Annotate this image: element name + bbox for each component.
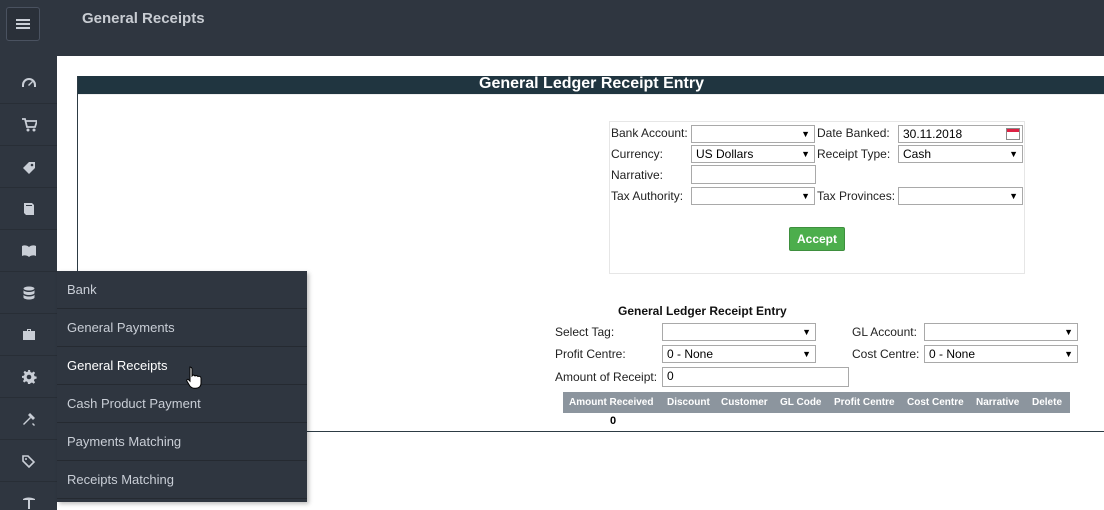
- submenu-item-payments-matching[interactable]: Payments Matching: [57, 423, 307, 461]
- tax-authority-label: Tax Authority:: [611, 189, 684, 203]
- app-window: General Receipts General Ledger Receipt …: [0, 0, 1104, 510]
- hand-cursor-icon: [186, 366, 202, 389]
- profit-centre-label: Profit Centre:: [555, 347, 626, 361]
- profit-centre-value: 0 - None: [667, 347, 714, 361]
- column-header: GL Code: [780, 397, 822, 408]
- tag-icon: [22, 161, 35, 174]
- calendar-icon[interactable]: [1006, 128, 1020, 140]
- accept-button[interactable]: Accept: [789, 227, 845, 251]
- pickaxe-icon: [22, 497, 35, 509]
- hamburger-menu-icon: [16, 19, 30, 29]
- cost-centre-select[interactable]: 0 - None ▼: [924, 345, 1078, 363]
- currency-value: US Dollars: [696, 147, 754, 161]
- profit-centre-select[interactable]: 0 - None ▼: [662, 345, 816, 363]
- sidebar: [0, 56, 57, 510]
- cart-icon: [21, 117, 37, 131]
- gear-icon: [21, 369, 37, 384]
- top-bar: General Receipts: [0, 0, 1104, 56]
- gl-account-select[interactable]: ▼: [924, 323, 1078, 341]
- receipt-type-value: Cash: [903, 147, 932, 161]
- receipt-type-select[interactable]: Cash ▼: [898, 145, 1023, 163]
- amount-of-receipt-label: Amount of Receipt:: [555, 370, 658, 384]
- submenu-item-cash-product-payment[interactable]: Cash Product Payment: [57, 385, 307, 423]
- sidebar-item-general-ledger[interactable]: [0, 272, 57, 314]
- sidebar-item-dashboard[interactable]: [0, 62, 57, 104]
- tax-provinces-label: Tax Provinces:: [817, 189, 896, 203]
- narrative-label: Narrative:: [611, 168, 664, 182]
- menu-toggle-button[interactable]: [6, 7, 40, 41]
- receipt-lines-table-header: Amount Received Discount Customer GL Cod…: [563, 392, 1070, 413]
- currency-select[interactable]: US Dollars ▼: [691, 145, 815, 163]
- chevron-down-icon: ▼: [802, 327, 811, 337]
- select-tag-select[interactable]: ▼: [662, 323, 816, 341]
- amount-of-receipt-value: 0: [667, 369, 674, 383]
- book-icon: [23, 202, 34, 215]
- chevron-down-icon: ▼: [1009, 191, 1018, 201]
- bank-account-label: Bank Account:: [611, 126, 688, 140]
- dashboard-gauge-icon: [21, 77, 36, 87]
- submenu-item-general-payments[interactable]: General Payments: [57, 309, 307, 347]
- column-header: Discount: [667, 397, 710, 408]
- page-title: General Receipts: [82, 10, 205, 27]
- database-icon: [23, 286, 34, 299]
- content-header-bar: General Ledger Receipt Entry: [78, 75, 1104, 95]
- cost-centre-label: Cost Centre:: [852, 347, 920, 361]
- sidebar-item-assets[interactable]: [0, 314, 57, 356]
- submenu-item-receipts-matching[interactable]: Receipts Matching: [57, 461, 307, 499]
- chevron-down-icon: ▼: [1064, 349, 1073, 359]
- column-header: Amount Received: [569, 397, 654, 408]
- tags-icon: [21, 454, 35, 468]
- chevron-down-icon: ▼: [802, 349, 811, 359]
- sidebar-item-utilities[interactable]: [0, 398, 57, 440]
- sidebar-item-manufacturing[interactable]: [0, 230, 57, 272]
- chevron-down-icon: ▼: [801, 191, 810, 201]
- column-header: Profit Centre: [834, 397, 895, 408]
- gl-account-label: GL Account:: [852, 325, 917, 339]
- entry-section-title: General Ledger Receipt Entry: [618, 304, 787, 318]
- narrative-input[interactable]: [691, 165, 816, 184]
- column-header: Customer: [721, 397, 768, 408]
- chevron-down-icon: ▼: [1009, 149, 1018, 159]
- tax-provinces-select[interactable]: ▼: [898, 187, 1023, 205]
- select-tag-label: Select Tag:: [555, 325, 615, 339]
- date-banked-label: Date Banked:: [817, 126, 890, 140]
- content-title: General Ledger Receipt Entry: [479, 75, 704, 92]
- cost-centre-value: 0 - None: [929, 347, 976, 361]
- chevron-down-icon: ▼: [801, 129, 810, 139]
- submenu-item-general-receipts[interactable]: General Receipts: [57, 347, 307, 385]
- table-total-row: 0: [563, 413, 1070, 431]
- open-book-icon: [21, 244, 36, 257]
- sidebar-item-setup[interactable]: [0, 356, 57, 398]
- receipt-type-label: Receipt Type:: [817, 147, 891, 161]
- general-ledger-submenu: Bank General Payments General Receipts C…: [57, 271, 307, 502]
- sidebar-item-inventory[interactable]: [0, 146, 57, 188]
- chevron-down-icon: ▼: [801, 149, 810, 159]
- sidebar-item-tags[interactable]: [0, 440, 57, 482]
- tools-icon: [22, 412, 35, 426]
- amount-of-receipt-input[interactable]: 0: [662, 367, 849, 387]
- sidebar-item-purchases[interactable]: [0, 188, 57, 230]
- submenu-item-bank[interactable]: Bank: [57, 271, 307, 309]
- column-header: Narrative: [976, 397, 1020, 408]
- tax-authority-select[interactable]: ▼: [691, 187, 815, 205]
- sidebar-item-sales[interactable]: [0, 104, 57, 146]
- currency-label: Currency:: [611, 147, 664, 161]
- column-header: Delete: [1032, 397, 1063, 408]
- briefcase-icon: [22, 328, 35, 340]
- bank-account-select[interactable]: ▼: [691, 125, 815, 143]
- sidebar-item-tools[interactable]: [0, 482, 57, 510]
- date-banked-input[interactable]: 30.11.2018: [898, 125, 1023, 143]
- date-banked-value: 30.11.2018: [903, 127, 963, 141]
- chevron-down-icon: ▼: [1064, 327, 1073, 337]
- column-header: Cost Centre: [907, 397, 964, 408]
- total-amount-received: 0: [610, 415, 617, 427]
